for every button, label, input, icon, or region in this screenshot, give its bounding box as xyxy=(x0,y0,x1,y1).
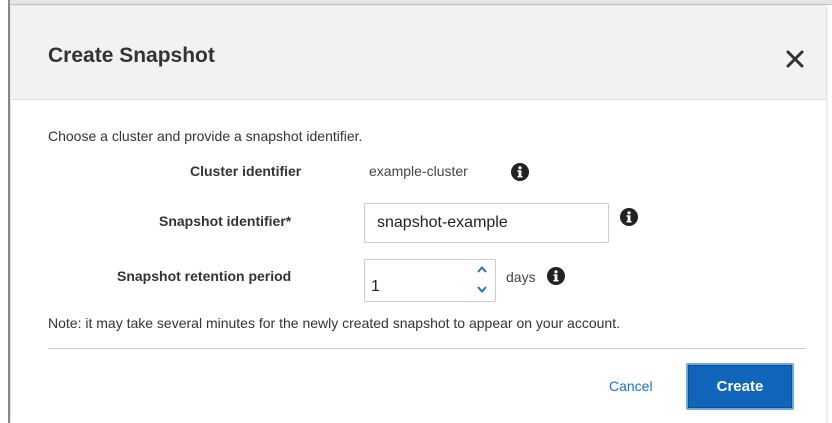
footer-divider xyxy=(48,348,806,349)
dialog-title: Create Snapshot xyxy=(48,44,215,67)
cluster-identifier-value: example-cluster xyxy=(369,163,468,179)
retention-period-input[interactable] xyxy=(365,260,465,301)
info-icon[interactable] xyxy=(511,163,529,181)
create-snapshot-dialog: Create Snapshot Choose a cluster and pro… xyxy=(11,6,826,423)
decrement-button[interactable] xyxy=(469,280,495,300)
increment-button[interactable] xyxy=(469,260,495,280)
info-icon[interactable] xyxy=(620,208,638,226)
dialog-intro-text: Choose a cluster and provide a snapshot … xyxy=(48,128,363,144)
snapshot-identifier-label: Snapshot identifier* xyxy=(159,213,292,229)
close-button[interactable] xyxy=(782,46,808,72)
background-window-edge-top xyxy=(0,0,832,5)
cluster-identifier-label: Cluster identifier xyxy=(190,163,302,179)
create-button[interactable]: Create xyxy=(686,363,794,410)
info-icon[interactable] xyxy=(547,267,565,285)
snapshot-identifier-input[interactable] xyxy=(364,203,609,243)
dialog-header: Create Snapshot xyxy=(11,6,826,100)
background-window-edge-left xyxy=(0,0,10,423)
close-icon xyxy=(782,46,808,72)
retention-period-label: Snapshot retention period xyxy=(117,268,292,284)
chevron-up-icon xyxy=(469,266,495,273)
stepper-arrows xyxy=(469,260,495,301)
snapshot-note: Note: it may take several minutes for th… xyxy=(48,315,620,331)
chevron-down-icon xyxy=(469,286,495,293)
retention-period-stepper xyxy=(364,259,496,302)
retention-unit: days xyxy=(506,269,536,285)
cancel-button[interactable]: Cancel xyxy=(609,378,653,394)
